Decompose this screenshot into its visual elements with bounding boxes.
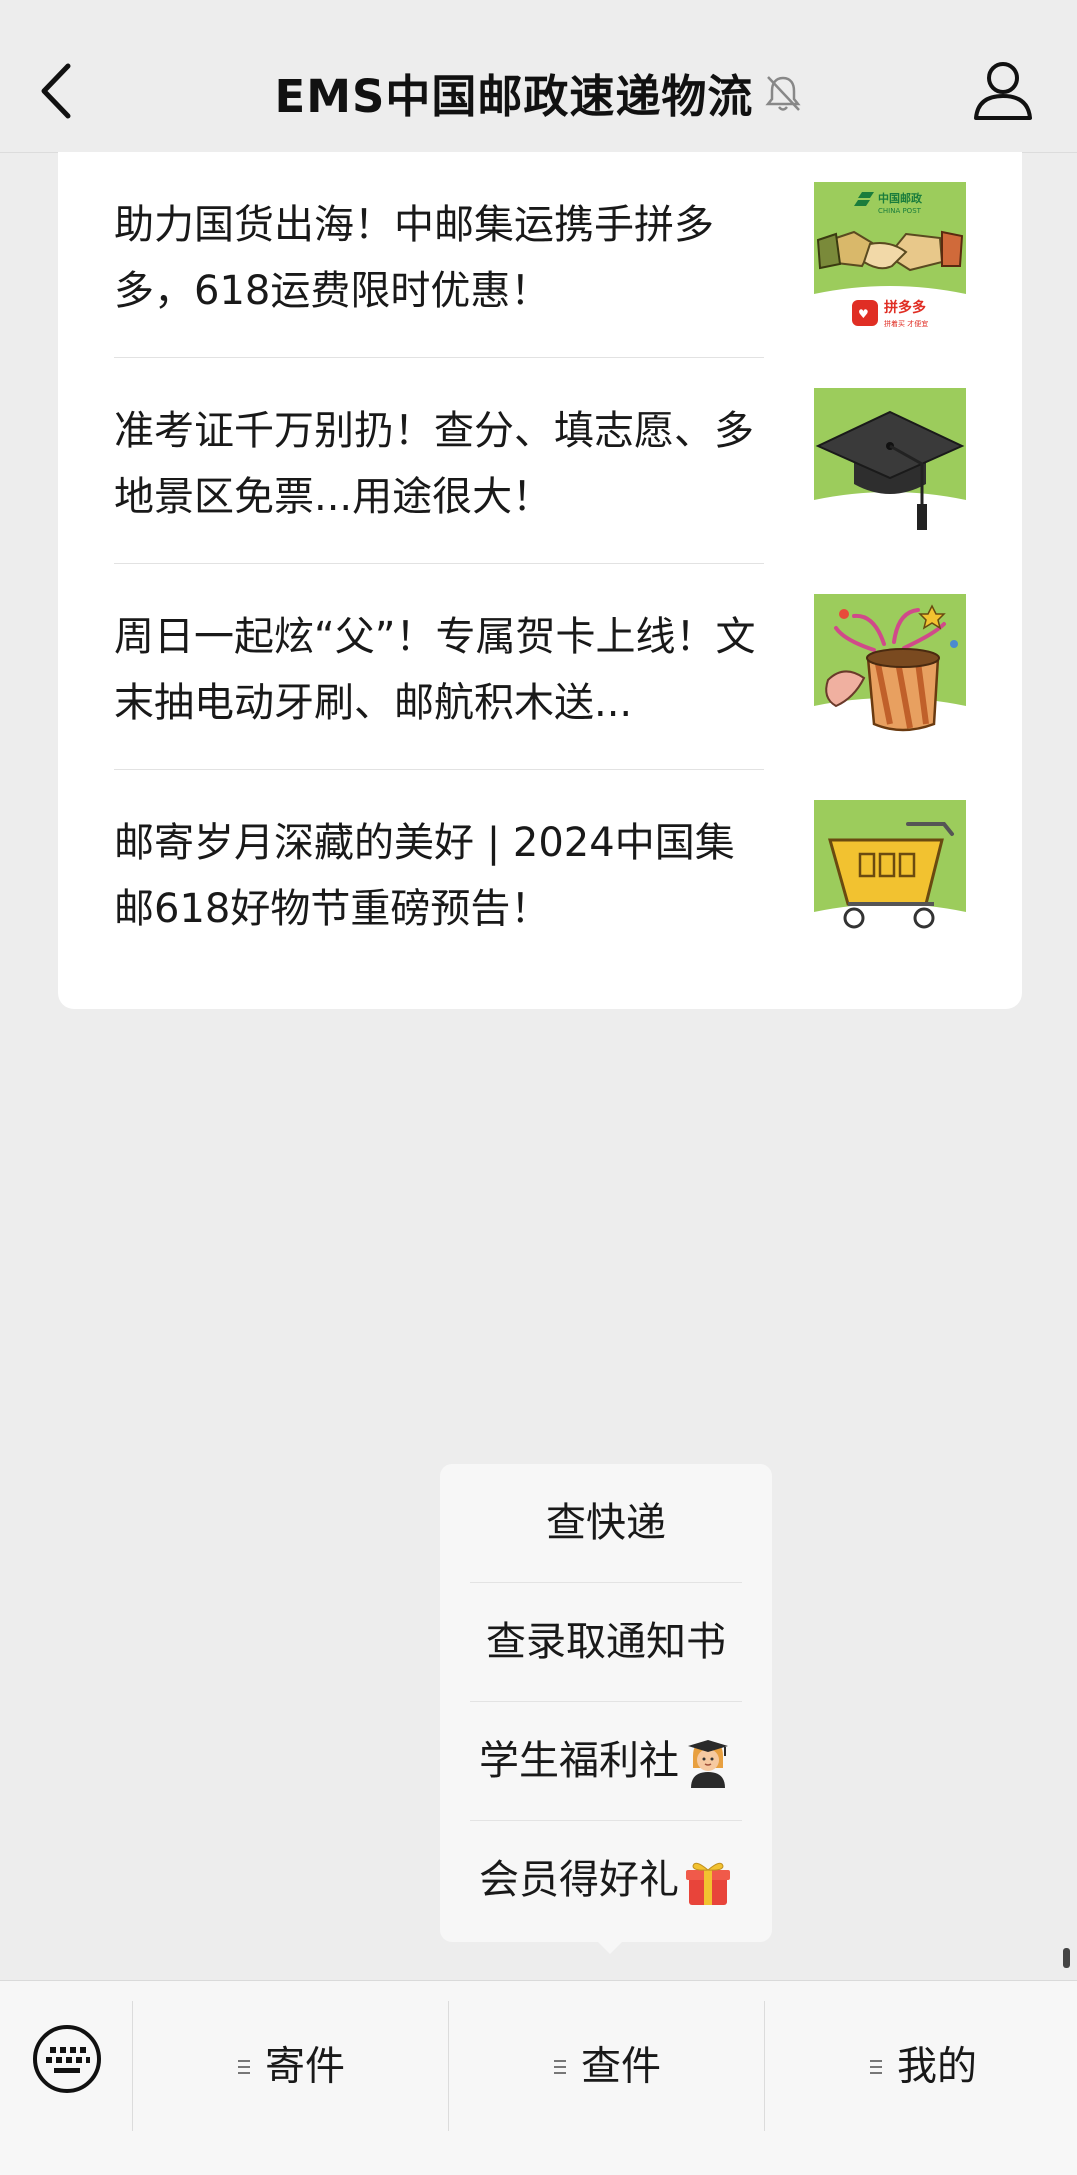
- divider: [132, 2001, 133, 2131]
- article-headline: 准考证千万别扔！查分、填志愿、多地景区免票...用途很大！: [114, 408, 754, 520]
- article-headline: 助力国货出海！中邮集运携手拼多多，618运费限时优惠！: [114, 202, 714, 314]
- top-navigation-bar: EMS中国邮政速递物流: [0, 0, 1077, 153]
- divider: [764, 2001, 765, 2131]
- user-icon: [974, 62, 1032, 120]
- bottom-menu-bar: 寄件 查件 我的: [0, 1980, 1077, 2175]
- submenu-item-member-gifts[interactable]: 会员得好礼: [470, 1821, 742, 1939]
- menu-tab-track[interactable]: 查件: [450, 2001, 764, 2131]
- profile-button[interactable]: [972, 58, 1034, 124]
- menu-tab-label: 寄件: [265, 2043, 345, 2090]
- submenu-item-admission-letter[interactable]: 查录取通知书: [470, 1583, 742, 1701]
- menu-tab-label: 查件: [581, 2043, 661, 2090]
- article-thumbnail: [814, 388, 966, 540]
- submenu-item-label: 学生福利社: [479, 1738, 679, 1784]
- article-thumbnail: [814, 800, 966, 952]
- svg-text:中国邮政: 中国邮政: [878, 191, 923, 205]
- keyboard-icon: [33, 2025, 101, 2093]
- submenu-item-label: 会员得好礼: [479, 1857, 679, 1903]
- menu-tab-send[interactable]: 寄件: [134, 2001, 448, 2131]
- gift-box-image: [814, 594, 966, 746]
- graduation-cap-image: [814, 388, 966, 540]
- submenu-item-label: 查快递: [546, 1500, 666, 1546]
- menu-lines-icon: [870, 2059, 882, 2074]
- article-thumbnail: [814, 594, 966, 746]
- menu-tab-label: 我的: [897, 2043, 977, 2090]
- scroll-indicator: [1063, 1948, 1070, 1968]
- article-item[interactable]: 助力国货出海！中邮集运携手拼多多，618运费限时优惠！ 中国邮政 CHINA P…: [114, 152, 966, 358]
- article-item[interactable]: 邮寄岁月深藏的美好 | 2024中国集邮618好物节重磅预告！: [114, 770, 966, 976]
- submenu-item-track-package[interactable]: 查快递: [470, 1464, 742, 1582]
- student-emoji-icon: [688, 1740, 728, 1788]
- article-list-card: 助力国货出海！中邮集运携手拼多多，618运费限时优惠！ 中国邮政 CHINA P…: [58, 152, 1022, 1009]
- keyboard-toggle-button[interactable]: [30, 2021, 104, 2097]
- gift-emoji-icon: [686, 1862, 730, 1905]
- menu-lines-icon: [554, 2059, 566, 2074]
- divider: [448, 2001, 449, 2131]
- shopping-cart-image: [814, 800, 966, 952]
- menu-lines-icon: [238, 2059, 250, 2074]
- page-title: EMS中国邮政速递物流: [274, 70, 754, 123]
- handshake-chinapost-pinduoduo-image: 中国邮政 CHINA POST ♥ 拼多多 拼着买 才便宜: [814, 182, 966, 334]
- svg-text:拼着买 才便宜: 拼着买 才便宜: [884, 319, 928, 328]
- bell-muted-icon: [764, 75, 801, 111]
- submenu-popup: 查快递 查录取通知书 学生福利社 会员得好礼: [440, 1464, 772, 1942]
- article-item[interactable]: 准考证千万别扔！查分、填志愿、多地景区免票...用途很大！: [114, 358, 966, 564]
- submenu-item-label: 查录取通知书: [486, 1619, 726, 1665]
- article-headline: 周日一起炫“父”！专属贺卡上线！文末抽电动牙刷、邮航积木送...: [114, 614, 756, 726]
- article-headline: 邮寄岁月深藏的美好 | 2024中国集邮618好物节重磅预告！: [114, 820, 735, 932]
- title-container: EMS中国邮政速递物流: [0, 60, 1077, 123]
- submenu-item-student-welfare[interactable]: 学生福利社: [470, 1702, 742, 1820]
- menu-tab-mine[interactable]: 我的: [766, 2001, 1077, 2131]
- article-item[interactable]: 周日一起炫“父”！专属贺卡上线！文末抽电动牙刷、邮航积木送...: [114, 564, 966, 770]
- article-thumbnail: 中国邮政 CHINA POST ♥ 拼多多 拼着买 才便宜: [814, 182, 966, 334]
- popup-pointer: [596, 1940, 624, 1954]
- svg-text:拼多多: 拼多多: [884, 299, 926, 316]
- svg-text:CHINA POST: CHINA POST: [878, 207, 922, 215]
- svg-text:♥: ♥: [858, 307, 869, 321]
